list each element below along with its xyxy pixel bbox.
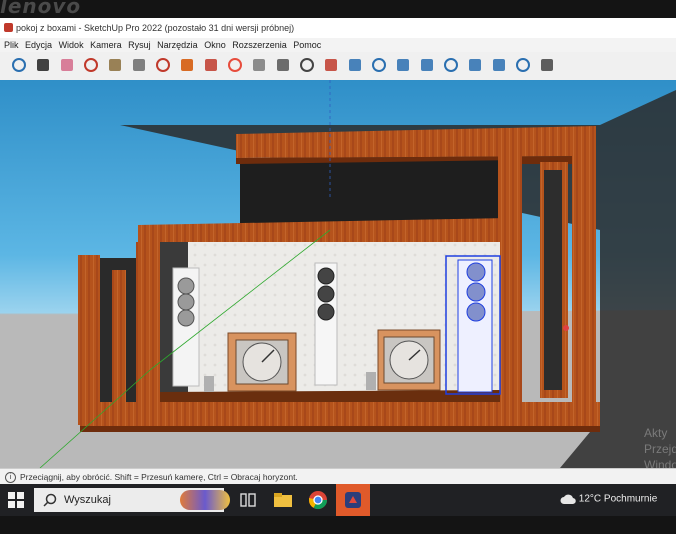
shape-icon[interactable] <box>106 56 124 74</box>
task-view-icon[interactable] <box>240 492 256 508</box>
base-shelf <box>80 402 600 428</box>
rotate-icon[interactable] <box>178 56 196 74</box>
sketchup-icon <box>345 492 361 508</box>
account-icon[interactable] <box>538 56 556 74</box>
search-icon <box>43 493 57 507</box>
layout-icon[interactable] <box>490 56 508 74</box>
main-toolbar <box>0 52 676 81</box>
small-figure-left <box>204 376 214 392</box>
shelf-top <box>160 390 500 404</box>
menu-bar: Plik Edycja Widok Kamera Rysuj Narzędzia… <box>0 38 676 52</box>
move-icon[interactable] <box>202 56 220 74</box>
pushpull-icon[interactable] <box>130 56 148 74</box>
weather-text[interactable]: Pochmurnie <box>604 494 657 505</box>
watermark-line-2: Przejd <box>644 442 676 456</box>
model-scene[interactable] <box>0 80 676 468</box>
pan-icon[interactable] <box>370 56 388 74</box>
left-speaker-driver-2 <box>177 293 195 311</box>
file-explorer-icon[interactable] <box>274 492 292 508</box>
tape-icon[interactable] <box>274 56 292 74</box>
pencil-icon[interactable] <box>82 56 100 74</box>
far-right-panel-inner <box>544 170 562 390</box>
info-icon[interactable]: i <box>5 472 16 483</box>
menu-item-edycja[interactable]: Edycja <box>25 38 52 52</box>
search-label: Wyszukaj <box>64 494 111 506</box>
bezel-brand: lenovo <box>0 0 82 18</box>
zoom-icon[interactable] <box>10 56 28 74</box>
center-speaker-driver-1 <box>317 267 335 285</box>
left-speaker-driver-1 <box>177 277 195 295</box>
small-figure-right <box>366 372 376 390</box>
right-speaker-driver-3 <box>466 302 486 322</box>
orbit-cursor-icon <box>563 325 569 331</box>
windows-activation-watermark: Akty Przejd Windo <box>644 425 676 468</box>
zoom-extents-icon[interactable] <box>418 56 436 74</box>
cloud-weather-icon <box>560 494 576 505</box>
search-highlight-image <box>180 490 230 510</box>
chrome-icon[interactable] <box>308 490 328 510</box>
status-message: Przeciągnij, aby obrócić. Shift = Przesu… <box>20 472 298 482</box>
watermark-line-3: Windo <box>644 458 676 468</box>
select-arrow-icon[interactable] <box>34 56 52 74</box>
sketchup-taskbar-button[interactable] <box>336 484 370 516</box>
status-bar: i Przeciągnij, aby obrócić. Shift = Prze… <box>0 468 676 485</box>
window-titlebar: pokoj z boxami - SketchUp Pro 2022 (pozo… <box>0 18 676 38</box>
watermark-line-1: Akty <box>644 426 668 440</box>
center-speaker-driver-2 <box>317 285 335 303</box>
zoom-view-icon[interactable] <box>394 56 412 74</box>
menu-item-okno[interactable]: Okno <box>204 38 226 52</box>
center-speaker-driver-3 <box>317 303 335 321</box>
follow-me-icon[interactable] <box>250 56 268 74</box>
right-speaker-driver-1 <box>466 262 486 282</box>
menu-item-rysuj[interactable]: Rysuj <box>128 38 151 52</box>
eraser-icon[interactable] <box>58 56 76 74</box>
outer-right-post <box>572 150 596 430</box>
warehouse-icon[interactable] <box>442 56 460 74</box>
right-post <box>498 156 522 426</box>
orbit-icon[interactable] <box>226 56 244 74</box>
style-builder-icon[interactable] <box>514 56 532 74</box>
windows-taskbar: Wyszukaj 12°C Pochmurnie <box>0 484 676 516</box>
screen: pokoj z boxami - SketchUp Pro 2022 (pozo… <box>0 18 676 516</box>
menu-item-kamera[interactable]: Kamera <box>90 38 122 52</box>
base-shelf-edge <box>80 426 600 432</box>
offset-icon[interactable] <box>154 56 172 74</box>
menu-item-pomoc[interactable]: Pomoc <box>293 38 321 52</box>
menu-item-plik[interactable]: Plik <box>4 38 19 52</box>
menu-item-widok[interactable]: Widok <box>59 38 84 52</box>
orbit-view-icon[interactable] <box>346 56 364 74</box>
windows-start-icon[interactable] <box>8 492 24 508</box>
window-title: pokoj z boxami - SketchUp Pro 2022 (pozo… <box>16 23 295 33</box>
menu-item-narzedzia[interactable]: Narzędzia <box>157 38 198 52</box>
paint-bucket-icon[interactable] <box>322 56 340 74</box>
temperature-text[interactable]: 12°C <box>579 494 601 505</box>
left-front-post <box>136 242 160 428</box>
left-outer-post <box>78 255 100 425</box>
left-speaker-driver-3 <box>177 309 195 327</box>
extension-icon[interactable] <box>466 56 484 74</box>
system-tray: 12°C Pochmurnie <box>560 493 657 505</box>
right-speaker-driver-2 <box>466 282 486 302</box>
sketchup-app-icon <box>4 23 13 32</box>
model-viewport[interactable]: Akty Przejd Windo <box>0 80 676 468</box>
text-icon[interactable] <box>298 56 316 74</box>
menu-item-rozszerzenia[interactable]: Rozszerzenia <box>232 38 287 52</box>
left-inner-board <box>112 270 126 410</box>
